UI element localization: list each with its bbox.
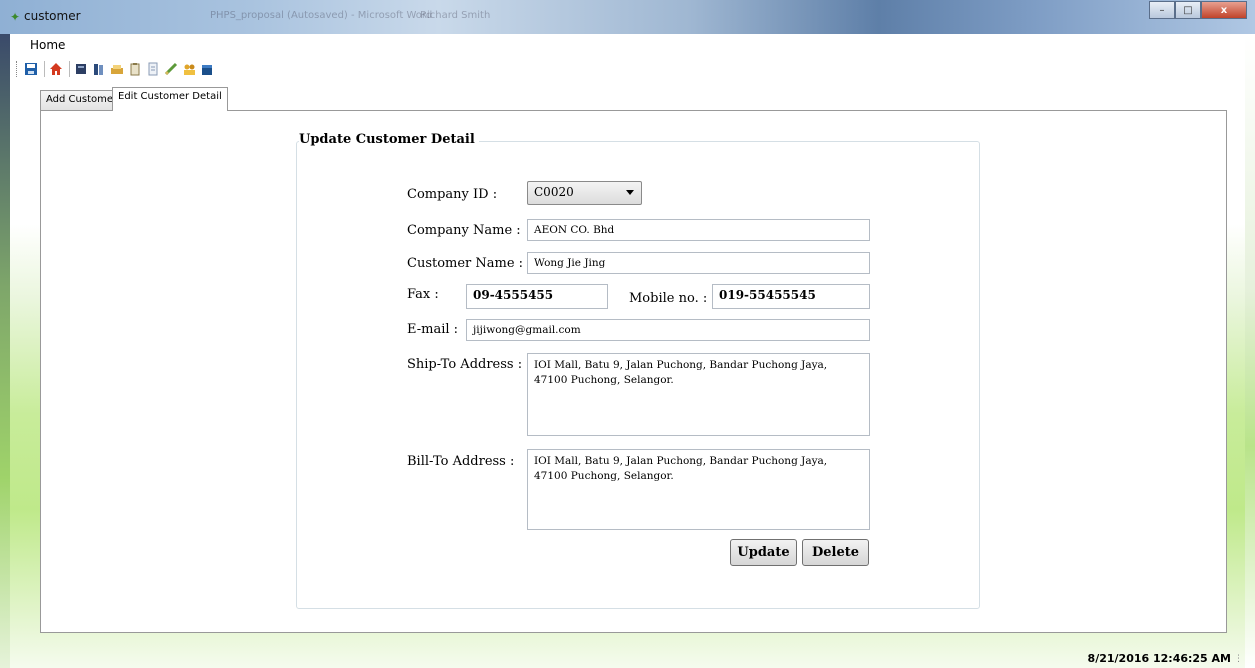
fax-field[interactable]: 09-4555455: [466, 284, 608, 309]
tray-icon[interactable]: [109, 61, 125, 77]
toolbar: [10, 58, 1245, 80]
customer-name-label: Customer Name :: [407, 256, 524, 271]
books-icon[interactable]: [91, 61, 107, 77]
clipboard-icon[interactable]: [127, 61, 143, 77]
minimize-button[interactable]: –: [1149, 1, 1175, 19]
email-field[interactable]: jijiwong@gmail.com: [466, 319, 870, 341]
ship-to-label: Ship-To Address :: [407, 357, 523, 372]
document-icon[interactable]: [145, 61, 161, 77]
window-right-border: [1245, 34, 1255, 668]
company-id-select[interactable]: C0020: [527, 181, 642, 205]
resize-grip-icon[interactable]: ⋮: [1234, 654, 1243, 664]
menu-home[interactable]: Home: [30, 38, 65, 52]
status-datetime: 8/21/2016 12:46:25 AM: [1087, 652, 1231, 665]
window-title: customer: [24, 9, 81, 23]
save-icon[interactable]: [23, 61, 39, 77]
chevron-down-icon: [626, 190, 634, 195]
group-title: Update Customer Detail: [299, 132, 479, 147]
status-bar: 8/21/2016 12:46:25 AM ⋮: [10, 648, 1245, 668]
ship-to-address-field[interactable]: IOI Mall, Batu 9, Jalan Puchong, Bandar …: [527, 353, 870, 436]
mobile-field[interactable]: 019-55455545: [712, 284, 870, 309]
title-bar: ✦ customer PHPS_proposal (Autosaved) - M…: [0, 0, 1255, 34]
company-id-label: Company ID :: [407, 187, 498, 202]
toolbar-separator: [44, 61, 45, 77]
close-button[interactable]: x: [1201, 1, 1247, 19]
bill-to-label: Bill-To Address :: [407, 454, 515, 469]
users-icon[interactable]: [181, 61, 197, 77]
book-icon[interactable]: [73, 61, 89, 77]
company-name-label: Company Name :: [407, 223, 521, 238]
pen-icon[interactable]: [163, 61, 179, 77]
box-icon[interactable]: [199, 61, 215, 77]
tab-panel-edit-customer: Update Customer Detail Company ID : C002…: [40, 110, 1227, 633]
delete-button[interactable]: Delete: [802, 539, 869, 566]
home-icon[interactable]: [48, 61, 64, 77]
update-button[interactable]: Update: [730, 539, 797, 566]
toolbar-grip[interactable]: [16, 61, 19, 77]
fax-label: Fax :: [407, 287, 439, 302]
company-name-field[interactable]: AEON CO. Bhd: [527, 219, 870, 241]
mobile-label: Mobile no. :: [629, 291, 708, 306]
menu-bar: Home: [10, 34, 1245, 56]
window-left-border: [0, 34, 10, 668]
app-icon: ✦: [10, 10, 21, 24]
customer-name-field[interactable]: Wong Jie Jing: [527, 252, 870, 274]
company-id-value: C0020: [534, 185, 574, 199]
tab-add-customer[interactable]: Add Customer: [40, 90, 124, 110]
tab-edit-customer-detail[interactable]: Edit Customer Detail: [112, 87, 228, 111]
background-window-title: PHPS_proposal (Autosaved) - Microsoft Wo…: [210, 10, 433, 21]
toolbar-separator: [69, 61, 70, 77]
maximize-button[interactable]: □: [1175, 1, 1201, 19]
email-label: E-mail :: [407, 322, 459, 337]
background-window-title: Richard Smith: [420, 10, 491, 21]
bill-to-address-field[interactable]: IOI Mall, Batu 9, Jalan Puchong, Bandar …: [527, 449, 870, 530]
